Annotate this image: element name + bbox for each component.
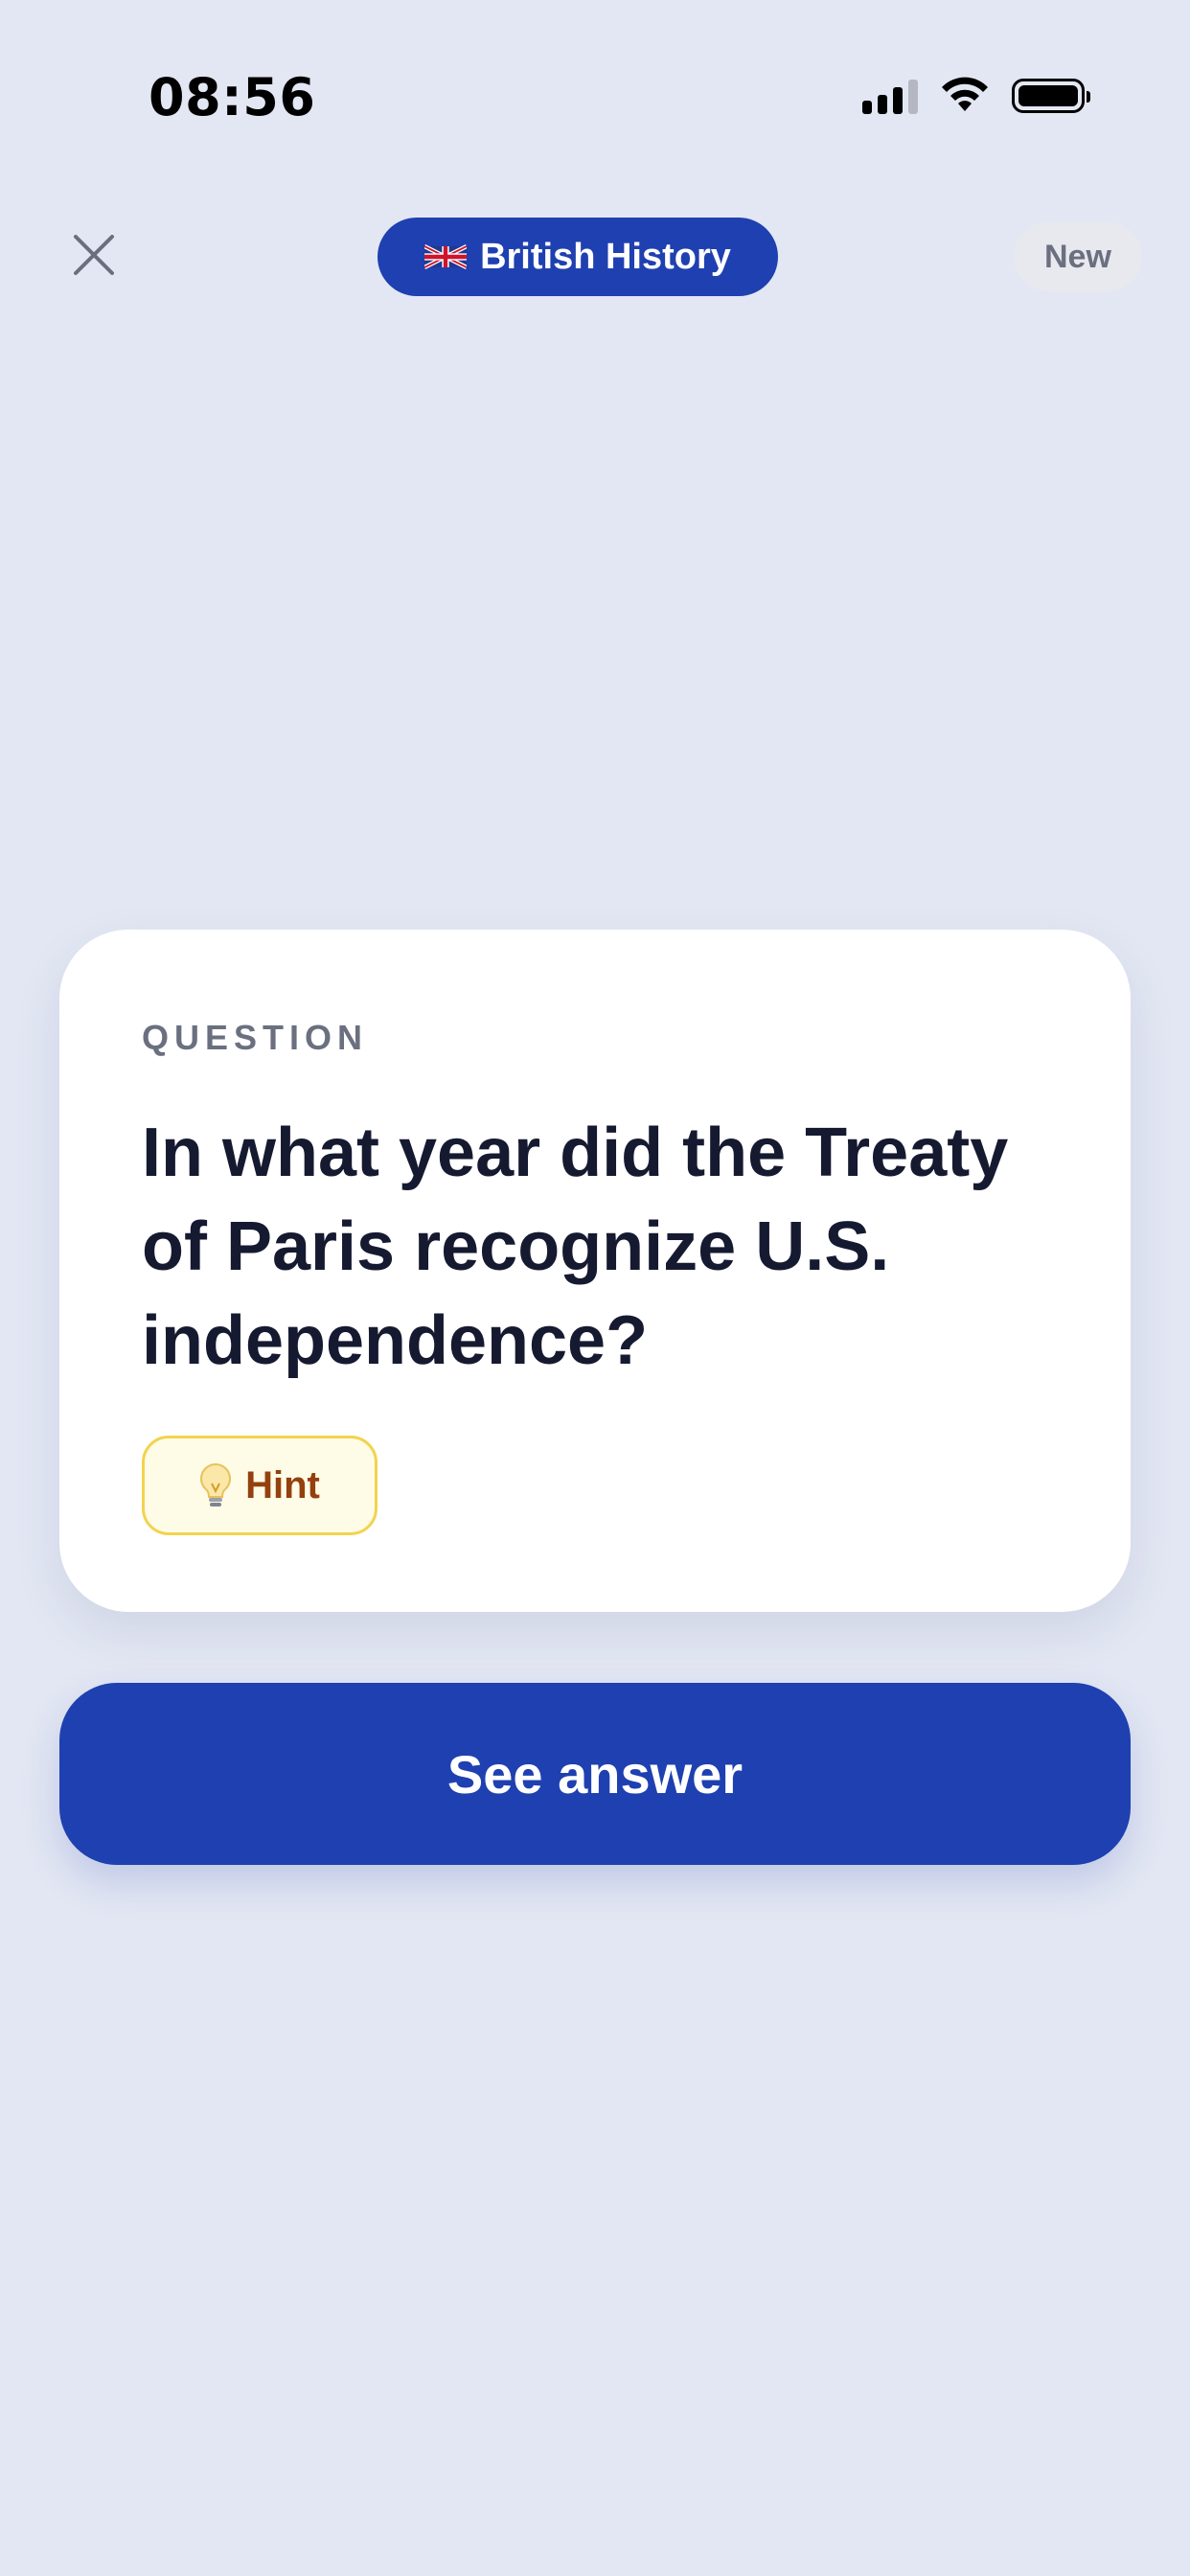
topic-label: British History <box>480 236 731 277</box>
see-answer-button[interactable]: See answer <box>59 1683 1131 1865</box>
hint-button[interactable]: Hint <box>142 1436 378 1535</box>
topic-pill[interactable]: British History <box>378 218 778 296</box>
status-time: 08:56 <box>149 67 316 127</box>
question-text: In what year did the Treaty of Paris rec… <box>142 1115 1009 1379</box>
close-icon <box>74 235 114 275</box>
question-card: QUESTION In what year did the Treaty of … <box>59 930 1131 1612</box>
lightbulb-icon <box>200 1462 232 1506</box>
battery-icon <box>1012 79 1090 113</box>
card-label: QUESTION <box>142 1018 369 1057</box>
close-button[interactable] <box>59 220 128 289</box>
cellular-signal-icon <box>862 78 918 114</box>
uk-flag-icon <box>424 244 468 269</box>
status-icons <box>862 75 1090 117</box>
hint-label: Hint <box>245 1463 320 1506</box>
wifi-icon <box>942 77 988 111</box>
new-badge: New <box>1014 222 1142 291</box>
